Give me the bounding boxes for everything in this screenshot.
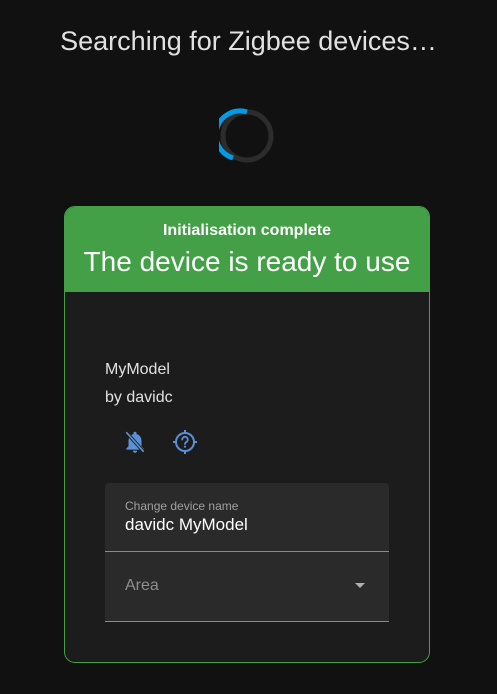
- device-manufacturer: by davidc: [105, 389, 173, 406]
- device-model: MyModel: [105, 361, 170, 378]
- device-card: Initialisation complete The device is re…: [64, 206, 430, 663]
- notifications-off-icon: [125, 431, 145, 453]
- device-name-input[interactable]: [125, 515, 375, 535]
- status-message: The device is ready to use: [83, 246, 411, 277]
- device-name-field[interactable]: Change device name: [105, 483, 389, 552]
- notifications-off-button[interactable]: [119, 426, 151, 458]
- page-title: Searching for Zigbee devices…: [60, 26, 437, 56]
- loading-spinner: [219, 108, 274, 163]
- status-line: Initialisation complete: [162, 222, 332, 239]
- area-placeholder: Area: [125, 577, 159, 594]
- card-header: Initialisation complete The device is re…: [65, 207, 429, 292]
- dropdown-arrow-icon: [355, 583, 365, 588]
- identify-icon: [173, 430, 197, 454]
- identify-button[interactable]: [169, 426, 201, 458]
- spinner-track: [220, 109, 274, 163]
- area-select[interactable]: Area: [105, 552, 389, 622]
- device-name-label: Change device name: [125, 499, 239, 513]
